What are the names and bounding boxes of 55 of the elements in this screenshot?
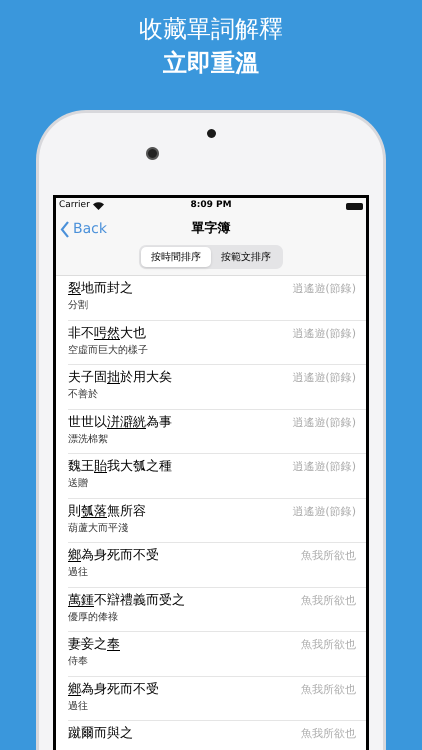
segment-tab[interactable]: 按範文排序 bbox=[211, 247, 281, 267]
list-row[interactable]: 則瓠落無所容 葫蘆大而平淺 逍遙遊(節錄) bbox=[68, 498, 366, 543]
chevron-left-icon bbox=[60, 221, 70, 238]
phrase-text: 世世以洴澼絖為事 bbox=[68, 414, 172, 432]
wifi-icon bbox=[92, 202, 104, 210]
list-row[interactable]: 蹴爾而與之 魚我所欲也 bbox=[68, 721, 366, 750]
list-row[interactable]: 萬鍾不辯禮義而受之 優厚的俸祿 魚我所欲也 bbox=[68, 588, 366, 632]
source-text: 逍遙遊(節錄) bbox=[292, 370, 356, 386]
status-time: 8:09 PM bbox=[190, 199, 232, 212]
list-row[interactable]: 非不呺然大也 空虛而巨大的樣子 逍遙遊(節錄) bbox=[68, 320, 366, 365]
phrase-text: 蹴爾而與之 bbox=[68, 725, 133, 743]
source-text: 魚我所欲也 bbox=[301, 682, 356, 698]
meaning-text: 過往 bbox=[68, 566, 89, 580]
speaker-icon bbox=[206, 129, 216, 138]
phrase-text: 魏王貽我大瓠之種 bbox=[68, 458, 172, 476]
source-text: 逍遙遊(節錄) bbox=[292, 326, 356, 342]
source-text: 魚我所欲也 bbox=[301, 592, 356, 608]
camera-icon bbox=[146, 147, 159, 160]
meaning-text: 優厚的俸祿 bbox=[68, 610, 119, 624]
source-text: 魚我所欲也 bbox=[301, 548, 356, 564]
meaning-text: 葫蘆大而平淺 bbox=[68, 522, 129, 536]
phrase-text: 夫子固拙於用大矣 bbox=[68, 369, 172, 387]
carrier-label: Carrier bbox=[59, 199, 90, 212]
phrase-text: 非不呺然大也 bbox=[68, 324, 147, 342]
list-row[interactable]: 魏王貽我大瓠之種 送贈 逍遙遊(節錄) bbox=[68, 454, 366, 498]
list-row[interactable]: 鄉為身死而不受 過往 魚我所欲也 bbox=[68, 676, 366, 721]
list-row[interactable]: 世世以洴澼絖為事 漂洗棉絮 逍遙遊(節錄) bbox=[68, 410, 366, 454]
meaning-text: 空虛而巨大的樣子 bbox=[68, 344, 148, 358]
source-text: 逍遙遊(節錄) bbox=[292, 281, 356, 297]
meaning-text: 送贈 bbox=[68, 477, 89, 491]
list-row[interactable]: 妻妾之奉 侍奉 魚我所欲也 bbox=[68, 632, 366, 676]
list-row[interactable]: 夫子固拙於用大矣 不善於 逍遙遊(節錄) bbox=[68, 365, 366, 410]
phrase-text: 萬鍾不辯禮義而受之 bbox=[68, 592, 185, 610]
list-row[interactable]: 裂地而封之 分割 逍遙遊(節錄) bbox=[68, 276, 366, 320]
phrase-text: 妻妾之奉 bbox=[68, 636, 120, 654]
source-text: 逍遙遊(節錄) bbox=[292, 504, 356, 520]
meaning-text: 分割 bbox=[68, 298, 89, 313]
source-text: 逍遙遊(節錄) bbox=[292, 414, 356, 430]
phrase-text: 裂地而封之 bbox=[68, 280, 133, 298]
phrase-text: 鄉為身死而不受 bbox=[68, 547, 159, 565]
list-row[interactable]: 鄉為身死而不受 過往 魚我所欲也 bbox=[68, 543, 366, 588]
source-text: 魚我所欲也 bbox=[301, 726, 356, 742]
battery-icon bbox=[346, 202, 363, 210]
meaning-text: 侍奉 bbox=[68, 655, 89, 669]
meaning-text: 不善於 bbox=[68, 388, 99, 402]
headline: 收藏單詞解釋 bbox=[139, 14, 283, 45]
headline: 立即重溫 bbox=[163, 48, 259, 79]
source-text: 魚我所欲也 bbox=[301, 637, 356, 653]
nav-title: 單字簿 bbox=[192, 220, 230, 238]
meaning-text: 漂洗棉絮 bbox=[68, 432, 109, 446]
phrase-text: 則瓠落無所容 bbox=[68, 502, 146, 520]
source-text: 逍遙遊(節錄) bbox=[292, 459, 356, 475]
segment-tab[interactable]: 按時間排序 bbox=[141, 247, 211, 267]
phrase-text: 鄉為身死而不受 bbox=[68, 680, 159, 698]
meaning-text: 過往 bbox=[68, 700, 89, 714]
